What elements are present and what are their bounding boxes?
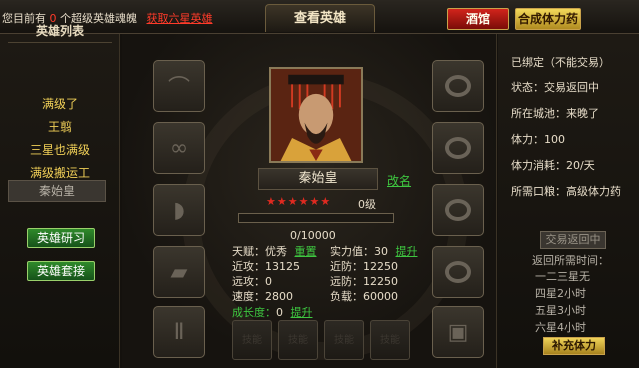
talent-value: 优秀 [265,245,287,258]
speed-row: 速度：2800 [232,288,293,304]
melee-attack-value: 13125 [265,260,300,273]
equip-slot-pants[interactable]: Ⅱ [153,306,205,358]
ring-icon [445,199,471,221]
ring-icon [445,261,471,283]
equip-slot-bracelet[interactable] [432,122,484,174]
return-time-item: 一二三星无 [535,270,590,283]
trade-status: 状态：交易返回中 [511,81,599,94]
hero-list-item[interactable]: 满级了 [0,95,120,112]
speed-value: 2800 [265,290,293,303]
melee-attack-label: 近攻： [232,260,265,273]
skill-slot[interactable]: 技能 [278,320,318,360]
melee-defense-value: 12250 [363,260,398,273]
trade-return-button[interactable]: 交易返回中 [540,231,606,249]
skill-slot[interactable]: 技能 [370,320,410,360]
hero-portrait [269,67,363,163]
upgrade-growth-link[interactable]: 提升 [291,306,313,319]
reset-talent-link[interactable]: 重置 [295,245,317,258]
hero-name: 秦始皇 [258,168,378,190]
growth-row: 成长度：0 提升 [232,304,313,320]
equip-slot-boots[interactable]: ▰ [153,246,205,298]
strength-row: 实力值：30 提升 [330,243,418,259]
range-defense-label: 远防： [330,275,363,288]
hero-list-item[interactable]: 王翦 [0,118,120,135]
tavern-button[interactable]: 酒馆 [447,8,509,30]
range-defense-value: 12250 [363,275,398,288]
get-six-star-hero-link[interactable]: 获取六星英雄 [147,12,213,25]
star-icon: ★ [266,195,277,208]
bound-status: 已绑定（不能交易） [511,56,610,69]
equip-slot-ring-2[interactable] [432,184,484,236]
melee-defense-row: 近防：12250 [330,258,398,274]
upgrade-strength-link[interactable]: 提升 [396,245,418,258]
load-value: 60000 [363,290,398,303]
hero-list-title: 英雄列表 [35,24,84,38]
star-icon: ★ [287,195,299,208]
star-rating: ★★★★★★ [266,195,331,208]
range-attack-label: 远攻： [232,275,265,288]
page-title: 查看英雄 [265,4,375,32]
equip-slot-ring-1[interactable] [432,60,484,112]
city-location: 所在城池：来晚了 [511,107,599,120]
hero-list-item[interactable]: 三星也满级 [0,141,120,158]
equip-slot-shoulder[interactable]: ⌒ [153,60,205,112]
range-defense-row: 远防：12250 [330,273,398,289]
growth-label: 成长度： [232,306,276,319]
token-icon: ▣ [447,319,469,345]
talent-label: 天赋： [232,245,265,258]
return-time-item: 六星4小时 [535,321,586,334]
belt-icon: ◗ [173,197,185,223]
star-icon: ★ [309,195,321,208]
load-label: 负载： [330,290,363,303]
return-time-item: 四星2小时 [535,287,586,300]
bracelet-icon [445,137,471,159]
exp-text: 0/10000 [290,229,336,242]
skill-slot[interactable]: 技能 [232,320,272,360]
necklace-icon: ∞ [169,135,189,161]
hero-list-item-selected[interactable]: 秦始皇 [8,180,106,202]
hero-train-button[interactable]: 英雄研习 [27,228,95,248]
equip-slot-necklace[interactable]: ∞ [153,122,205,174]
return-time-title: 返回所需时间： [532,254,609,267]
hero-list-item[interactable]: 满级搬运工 [0,164,120,181]
star-icon: ★ [298,195,310,208]
melee-defense-label: 近防： [330,260,363,273]
equip-slot-belt[interactable]: ◗ [153,184,205,236]
food-requirement: 所需口粮：高级体力药 [511,185,621,198]
speed-label: 速度： [232,290,265,303]
load-row: 负载：60000 [330,288,398,304]
synth-stamina-potion-button[interactable]: 合成体力药 [515,8,581,30]
divider [8,42,112,43]
skill-slot[interactable]: 技能 [324,320,364,360]
refill-stamina-button[interactable]: 补充体力 [543,337,605,355]
return-time-item: 五星3小时 [535,304,586,317]
star-icon: ★ [320,195,332,208]
growth-value: 0 [276,306,283,319]
emperor-portrait-icon [271,69,361,161]
range-attack-row: 远攻：0 [232,273,272,289]
equip-slot-ring-3[interactable] [432,246,484,298]
strength-value: 30 [374,245,388,258]
rename-link[interactable]: 改名 [387,172,411,189]
stamina-cost: 体力消耗：20/天 [511,159,595,172]
melee-attack-row: 近攻：13125 [232,258,300,274]
strength-label: 实力值： [330,245,374,258]
exp-bar [238,213,394,223]
star-icon: ★ [276,195,288,208]
pants-icon: Ⅱ [173,319,185,345]
shoulder-icon: ⌒ [167,76,190,101]
hero-level: 0级 [358,198,376,211]
talent-row: 天赋：优秀 重置 [232,243,317,259]
ring-icon [445,75,471,97]
stamina-value: 体力：100 [511,133,565,146]
range-attack-value: 0 [265,275,272,288]
equip-slot-token[interactable]: ▣ [432,306,484,358]
boots-icon: ▰ [170,259,188,285]
hero-inherit-button[interactable]: 英雄套接 [27,261,95,281]
